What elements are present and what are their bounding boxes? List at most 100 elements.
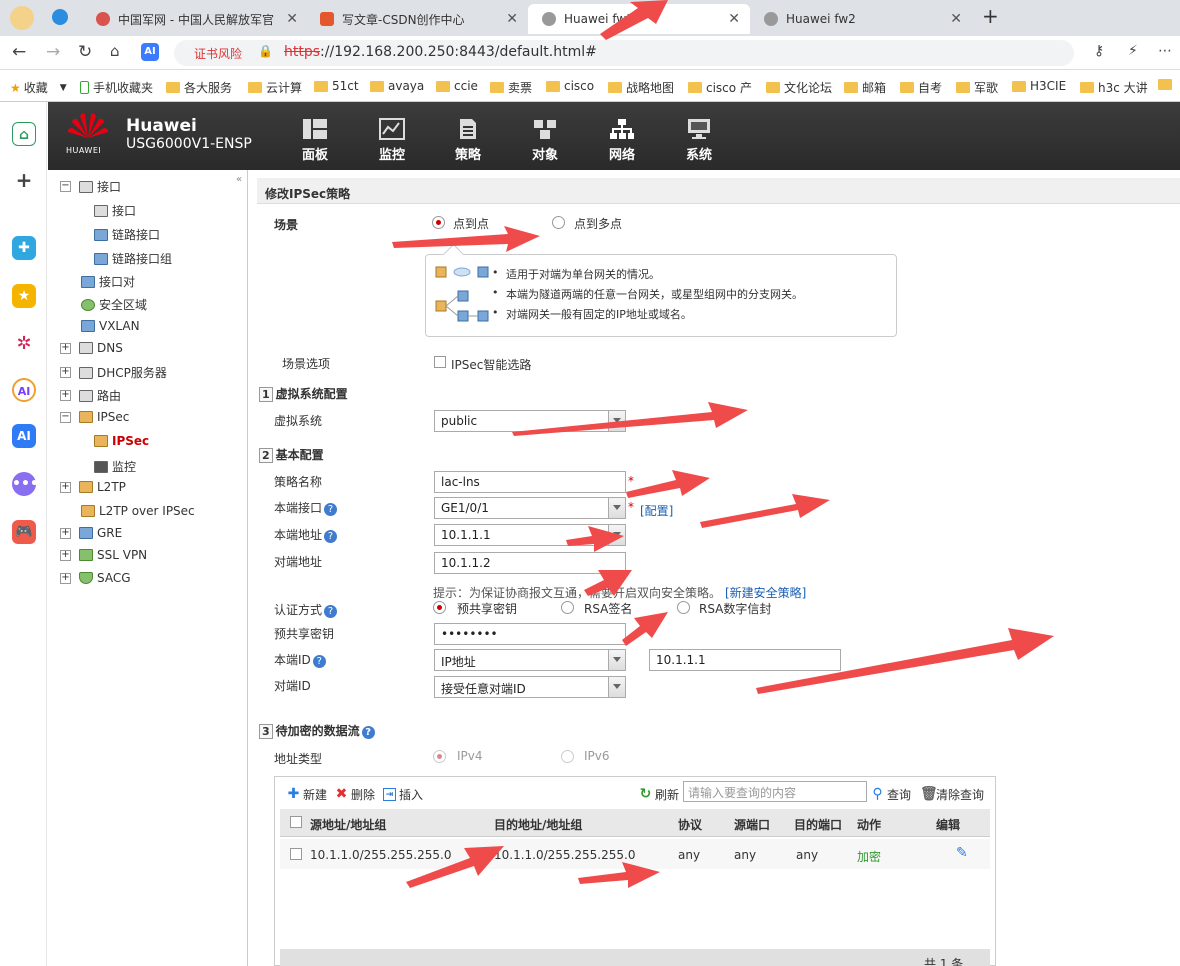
- expand-toggle-icon[interactable]: +: [60, 549, 71, 561]
- close-icon[interactable]: ✕: [286, 11, 298, 27]
- bookmark-item[interactable]: H3CIE: [1012, 79, 1066, 93]
- column-header[interactable]: 目的端口: [794, 816, 842, 833]
- key-icon[interactable]: ⚷: [1094, 43, 1104, 59]
- addr-ipv4-label[interactable]: IPv4: [457, 749, 483, 763]
- tab-huawei-fw2[interactable]: Huawei fw2 ✕: [750, 4, 972, 34]
- help-icon[interactable]: ?: [324, 605, 338, 618]
- scene-p2mp-radio[interactable]: [552, 216, 565, 229]
- auth-psk-label[interactable]: 预共享密钥: [457, 600, 517, 617]
- query-button[interactable]: ⚲ 查询: [871, 786, 911, 803]
- menu-dashboard[interactable]: 面板: [285, 118, 345, 163]
- reload-icon[interactable]: ↻: [78, 42, 92, 62]
- tree-item-l2tp[interactable]: + L2TP: [60, 480, 126, 494]
- auth-psk-radio[interactable]: [433, 601, 446, 614]
- expand-toggle-icon[interactable]: +: [60, 527, 71, 539]
- tree-item-interface[interactable]: − 接口: [60, 178, 121, 195]
- refresh-button[interactable]: ↻ 刷新: [639, 786, 679, 803]
- tree-item-vxlan[interactable]: VXLAN: [81, 319, 140, 333]
- profile-avatar[interactable]: [10, 6, 34, 30]
- tree-item-dns[interactable]: + DNS: [60, 341, 123, 355]
- lightning-icon[interactable]: ⚡: [1128, 43, 1138, 59]
- column-header[interactable]: 协议: [678, 816, 702, 833]
- tree-item-link-interface-group[interactable]: 链路接口组: [94, 250, 172, 267]
- app-icon[interactable]: ✚: [12, 236, 36, 260]
- tree-item-ipsec[interactable]: − IPSec: [60, 410, 129, 424]
- auth-rsa-sig-label[interactable]: RSA签名: [584, 600, 632, 617]
- url-text[interactable]: https://192.168.200.250:8443/default.htm…: [284, 44, 597, 60]
- auth-rsa-sig-radio[interactable]: [561, 601, 574, 614]
- config-link[interactable]: [配置]: [640, 502, 673, 519]
- local-interface-select[interactable]: GE1/0/1: [434, 497, 626, 519]
- column-header[interactable]: 目的地址/地址组: [494, 816, 582, 833]
- vsys-select[interactable]: public: [434, 410, 626, 432]
- addr-ipv6-radio[interactable]: [561, 750, 574, 763]
- chevron-down-icon[interactable]: [608, 525, 625, 545]
- local-address-select[interactable]: 10.1.1.1: [434, 524, 626, 546]
- local-id-input[interactable]: 10.1.1.1: [649, 649, 841, 671]
- menu-monitor[interactable]: 监控: [362, 118, 422, 163]
- bookmark-item[interactable]: 各大服务: [166, 79, 232, 96]
- tree-item-sacg[interactable]: + SACG: [60, 571, 131, 585]
- ai-assistant-icon[interactable]: AI: [141, 43, 159, 61]
- bookmark-item[interactable]: h3c 大讲: [1080, 79, 1148, 96]
- game-icon[interactable]: 🎮: [12, 520, 36, 544]
- column-header[interactable]: 源端口: [734, 816, 770, 833]
- bookmark-item[interactable]: 邮箱: [844, 79, 886, 96]
- tree-item-ipsec-policy[interactable]: IPSec: [94, 434, 149, 448]
- bookmark-favorites[interactable]: ★ 收藏 ▼: [10, 79, 67, 96]
- expand-toggle-icon[interactable]: +: [60, 367, 71, 378]
- forward-icon[interactable]: →: [46, 42, 60, 62]
- collapse-toggle-icon[interactable]: −: [60, 181, 71, 192]
- star-app-icon[interactable]: ★: [12, 284, 36, 308]
- clear-query-button[interactable]: 🗑 清除查询: [920, 786, 984, 803]
- scene-p2p-radio[interactable]: [432, 216, 445, 229]
- bookmark-item[interactable]: ccie: [436, 79, 478, 93]
- bookmark-item[interactable]: [1158, 79, 1176, 90]
- local-id-type-select[interactable]: IP地址: [434, 649, 626, 671]
- ai-app-icon[interactable]: AI: [12, 378, 36, 402]
- insert-button[interactable]: ⇥ 插入: [383, 786, 423, 803]
- bookmark-item[interactable]: avaya: [370, 79, 424, 93]
- expand-toggle-icon[interactable]: +: [60, 572, 71, 584]
- peer-id-select[interactable]: 接受任意对端ID: [434, 676, 626, 698]
- row-checkbox[interactable]: [290, 848, 302, 860]
- close-icon[interactable]: ✕: [506, 11, 518, 27]
- column-header[interactable]: 编辑: [936, 816, 960, 833]
- expand-toggle-icon[interactable]: +: [60, 390, 71, 401]
- search-input[interactable]: 请输入要查询的内容: [683, 781, 867, 802]
- bookmark-item[interactable]: cisco 产: [688, 79, 752, 96]
- delete-button[interactable]: ✖ 删除: [335, 786, 375, 803]
- addr-ipv6-label[interactable]: IPv6: [584, 749, 610, 763]
- chevron-down-icon[interactable]: [608, 677, 625, 697]
- network-app-icon[interactable]: ✲: [12, 332, 36, 356]
- chat-app-icon[interactable]: •••: [12, 472, 39, 496]
- column-header[interactable]: 动作: [857, 816, 881, 833]
- tree-item-gre[interactable]: + GRE: [60, 526, 122, 540]
- url-bar[interactable]: 证书风险 🔒 https://192.168.200.250:8443/defa…: [174, 40, 1074, 66]
- peer-address-input[interactable]: 10.1.1.2: [434, 552, 626, 574]
- psk-input[interactable]: ••••••••: [434, 623, 626, 645]
- bookmark-item[interactable]: 云计算: [248, 79, 302, 96]
- bookmark-item[interactable]: 军歌: [956, 79, 998, 96]
- new-button[interactable]: ✚ 新建: [287, 786, 327, 803]
- tree-item-ssl-vpn[interactable]: + SSL VPN: [60, 548, 147, 562]
- expand-toggle-icon[interactable]: +: [60, 342, 71, 354]
- table-row[interactable]: 10.1.1.0/255.255.255.0 10.1.1.0/255.255.…: [280, 839, 990, 869]
- scene-p2p-label[interactable]: 点到点: [453, 215, 489, 232]
- edit-icon[interactable]: ✎: [956, 845, 968, 861]
- collapse-icon[interactable]: «: [236, 174, 242, 185]
- bookmark-item[interactable]: 文化论坛: [766, 79, 832, 96]
- menu-policy[interactable]: 策略: [438, 118, 498, 163]
- chevron-down-icon[interactable]: [608, 498, 625, 518]
- addr-ipv4-radio[interactable]: [433, 750, 446, 763]
- menu-network[interactable]: 网络: [592, 118, 652, 163]
- new-security-policy-link[interactable]: [新建安全策略]: [725, 584, 806, 601]
- bookmark-item[interactable]: 战略地图: [608, 79, 674, 96]
- tree-item-link-interface[interactable]: 链路接口: [94, 226, 160, 243]
- tree-item-interface-sub[interactable]: 接口: [94, 202, 136, 219]
- scene-p2mp-label[interactable]: 点到多点: [574, 215, 622, 232]
- bookmark-item[interactable]: 卖票: [490, 79, 532, 96]
- ai-app-icon[interactable]: AI: [12, 424, 36, 448]
- menu-system[interactable]: 系统: [669, 118, 729, 163]
- auth-rsa-env-radio[interactable]: [677, 601, 690, 614]
